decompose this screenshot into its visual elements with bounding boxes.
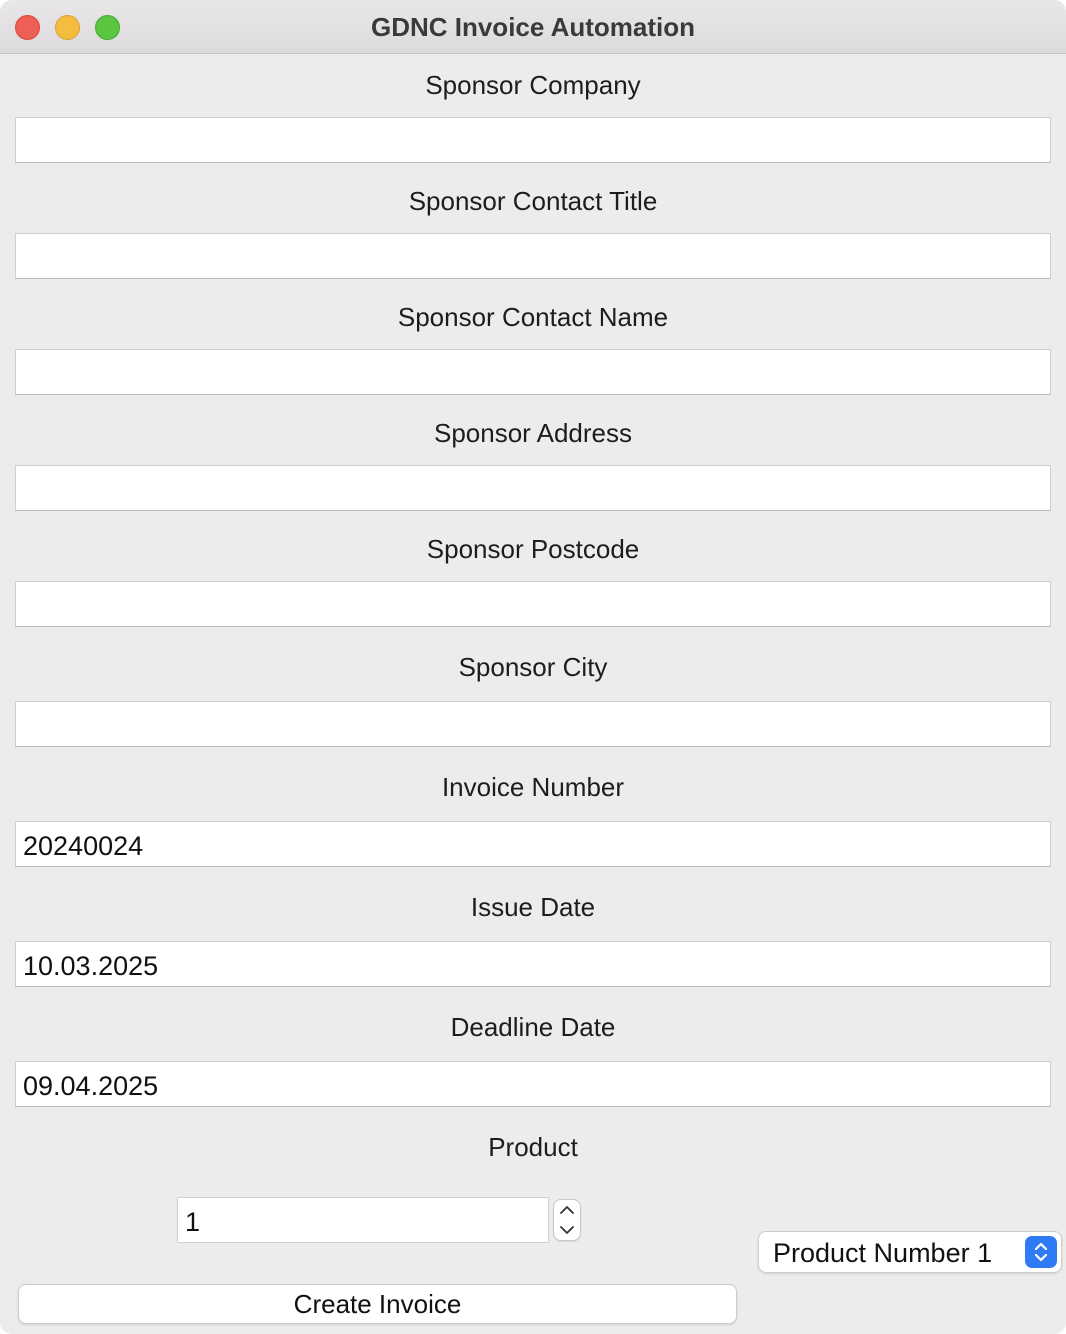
sponsor-city-input[interactable]	[15, 701, 1051, 747]
issue-date-input[interactable]	[15, 941, 1051, 987]
sponsor-contact-title-label: Sponsor Contact Title	[408, 186, 658, 216]
product-select[interactable]: Product Number 1	[758, 1231, 1062, 1273]
sponsor-city-label: Sponsor City	[458, 652, 608, 682]
sponsor-postcode-input[interactable]	[15, 581, 1051, 627]
window-title: GDNC Invoice Automation	[370, 12, 696, 42]
issue-date-label: Issue Date	[470, 892, 596, 922]
sponsor-address-input[interactable]	[15, 465, 1051, 511]
product-quantity-input[interactable]	[177, 1197, 549, 1243]
sponsor-contact-name-label: Sponsor Contact Name	[397, 302, 669, 332]
invoice-number-label: Invoice Number	[441, 772, 625, 802]
deadline-date-input[interactable]	[15, 1061, 1051, 1107]
title-bar[interactable]: GDNC Invoice Automation	[0, 0, 1066, 54]
sponsor-company-input[interactable]	[15, 117, 1051, 163]
sponsor-company-label: Sponsor Company	[425, 70, 641, 100]
product-label: Product	[488, 1132, 578, 1162]
up-down-chevrons-icon	[1025, 1236, 1057, 1268]
chevron-up-icon[interactable]	[554, 1200, 580, 1220]
sponsor-contact-title-input[interactable]	[15, 233, 1051, 279]
invoice-number-input[interactable]	[15, 821, 1051, 867]
sponsor-address-label: Sponsor Address	[433, 418, 632, 448]
sponsor-contact-name-input[interactable]	[15, 349, 1051, 395]
create-invoice-button[interactable]: Create Invoice	[18, 1284, 737, 1324]
chevron-down-icon[interactable]	[554, 1220, 580, 1240]
product-quantity-stepper[interactable]	[553, 1199, 581, 1241]
deadline-date-label: Deadline Date	[450, 1012, 616, 1042]
app-window: GDNC Invoice Automation Sponsor Company …	[0, 0, 1066, 1334]
sponsor-postcode-label: Sponsor Postcode	[426, 534, 640, 564]
product-select-value: Product Number 1	[773, 1238, 993, 1268]
